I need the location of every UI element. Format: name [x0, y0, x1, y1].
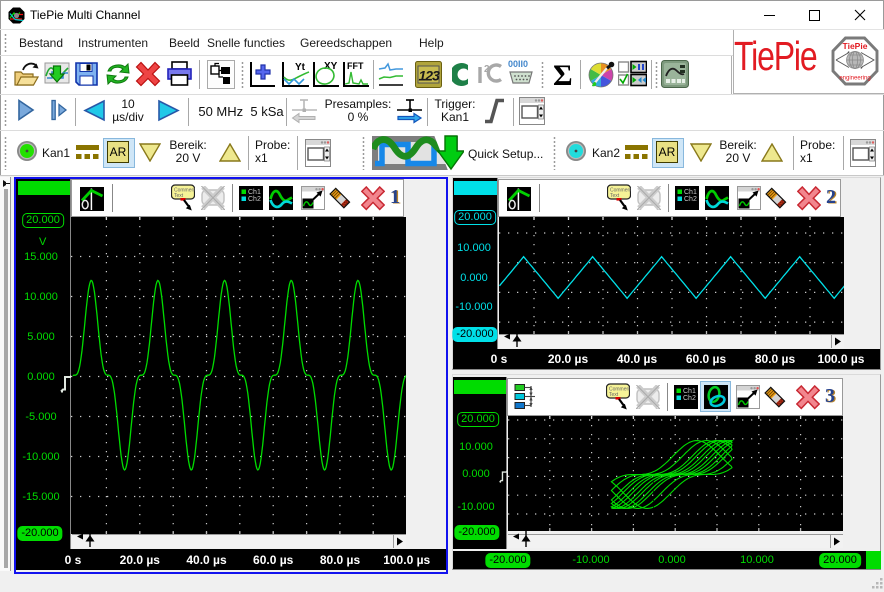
- svg-text:engineering: engineering: [839, 76, 870, 82]
- svg-text:Ch1: Ch1: [683, 388, 696, 395]
- svg-text:Ch2: Ch2: [683, 395, 696, 402]
- svg-text:2: 2: [484, 64, 490, 75]
- svg-text:FFT: FFT: [347, 61, 364, 71]
- svg-text:TiePie: TiePie: [843, 41, 868, 51]
- svg-text:Σ: Σ: [553, 59, 573, 89]
- svg-text:123: 123: [419, 68, 441, 84]
- svg-text:Ch2: Ch2: [248, 196, 261, 203]
- svg-text:Ch2: Ch2: [684, 196, 697, 203]
- svg-text:Ch1: Ch1: [248, 189, 261, 196]
- svg-text:00II0: 00II0: [508, 59, 528, 69]
- svg-text:Yt: Yt: [295, 62, 306, 73]
- svg-text:Ch1: Ch1: [684, 189, 697, 196]
